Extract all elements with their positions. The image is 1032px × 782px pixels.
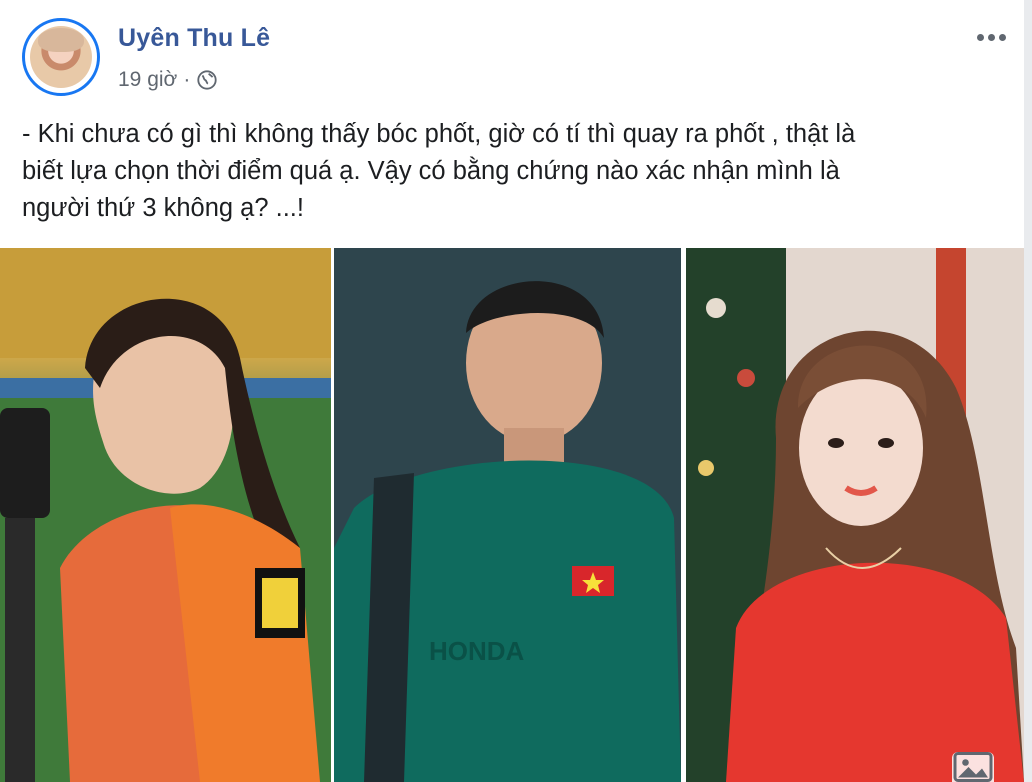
globe-icon[interactable]: [196, 69, 218, 91]
more-horizontal-icon[interactable]: [972, 26, 1010, 48]
svg-text:HONDA: HONDA: [429, 636, 525, 666]
author-name[interactable]: Uyên Thu Lê: [118, 24, 270, 53]
post-text-line: biết lựa chọn thời điểm quá ạ. Vậy có bằ…: [22, 157, 840, 185]
post-time[interactable]: 19 giờ: [118, 68, 177, 92]
post-text: - Khi chưa có gì thì không thấy bóc phốt…: [22, 116, 1002, 227]
post-meta: 19 giờ ·: [118, 68, 218, 92]
post-header: Uyên Thu Lê 19 giờ ·: [22, 18, 1022, 98]
meta-separator: ·: [183, 68, 191, 91]
facebook-post: Uyên Thu Lê 19 giờ · - Khi chưa có gì th…: [0, 0, 1032, 782]
photo-woman-red-sweater[interactable]: [686, 248, 1024, 782]
scroll-edge: [1024, 0, 1032, 782]
avatar[interactable]: [30, 26, 92, 88]
photo-footballer[interactable]: HONDA: [334, 248, 681, 782]
post-text-line: - Khi chưa có gì thì không thấy bóc phốt…: [22, 120, 856, 148]
photo-grid: HONDA: [0, 248, 1024, 782]
image-icon[interactable]: [952, 752, 994, 782]
avatar-ring[interactable]: [22, 18, 100, 96]
post-text-line: người thứ 3 không ạ? ...!: [22, 194, 304, 222]
photo-woman-photographer[interactable]: [0, 248, 331, 782]
